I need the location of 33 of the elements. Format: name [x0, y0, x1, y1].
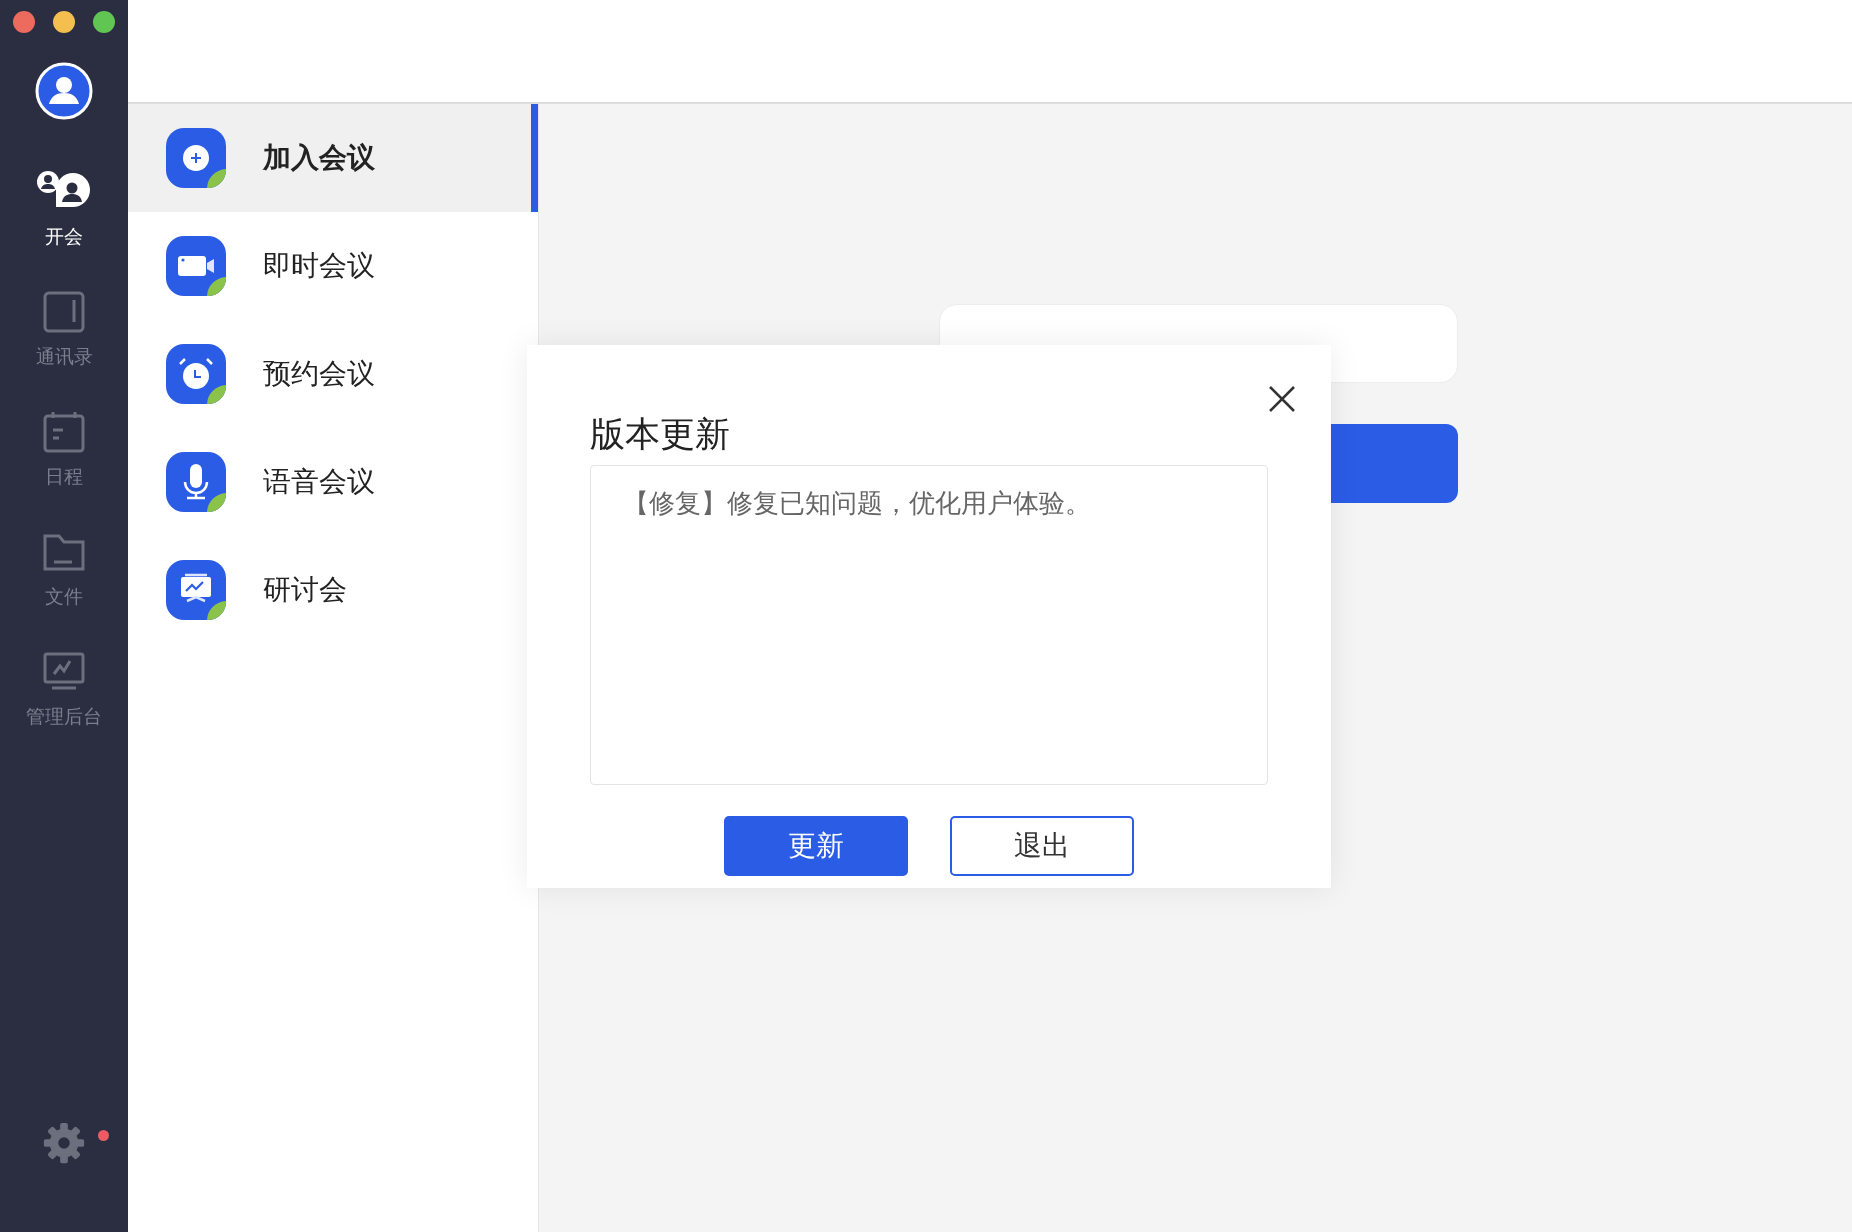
- menu-label: 预约会议: [263, 357, 375, 391]
- avatar-icon[interactable]: [35, 62, 93, 120]
- zoom-window-button[interactable]: [93, 11, 115, 33]
- nav-label: 开会: [45, 225, 83, 249]
- app-icon: [165, 559, 227, 621]
- release-notes: 【修复】修复已知问题，优化用户体验。: [623, 488, 1091, 518]
- exit-button[interactable]: 退出: [950, 816, 1134, 876]
- nav-label: 文件: [45, 585, 83, 609]
- close-icon[interactable]: [1268, 385, 1296, 413]
- app-icon: [165, 127, 227, 189]
- menu-item[interactable]: 加入会议: [128, 104, 538, 212]
- nav-item[interactable]: 开会: [36, 170, 92, 250]
- menu-item[interactable]: 语音会议: [128, 428, 538, 536]
- dialog-title: 版本更新: [590, 413, 731, 455]
- app-icon: [165, 235, 227, 297]
- menu-label: 研讨会: [263, 573, 347, 607]
- close-window-button[interactable]: [13, 11, 35, 33]
- menu-label: 即时会议: [263, 249, 375, 283]
- notebook-icon: [42, 290, 86, 334]
- app-icon: [165, 451, 227, 513]
- menu-item[interactable]: 研讨会: [128, 536, 538, 644]
- calendar-icon: [42, 410, 86, 454]
- menu-label: 加入会议: [263, 141, 375, 175]
- app-icon: [165, 343, 227, 405]
- settings-icon[interactable]: [41, 1120, 87, 1166]
- menu-item[interactable]: 即时会议: [128, 212, 538, 320]
- menu-item[interactable]: 预约会议: [128, 320, 538, 428]
- minimize-window-button[interactable]: [53, 11, 75, 33]
- menu-label: 语音会议: [263, 465, 375, 499]
- nav-label: 管理后台: [26, 705, 102, 729]
- nav-label: 通讯录: [35, 345, 93, 369]
- update-button[interactable]: 更新: [724, 816, 908, 876]
- nav-label: 日程: [45, 465, 83, 489]
